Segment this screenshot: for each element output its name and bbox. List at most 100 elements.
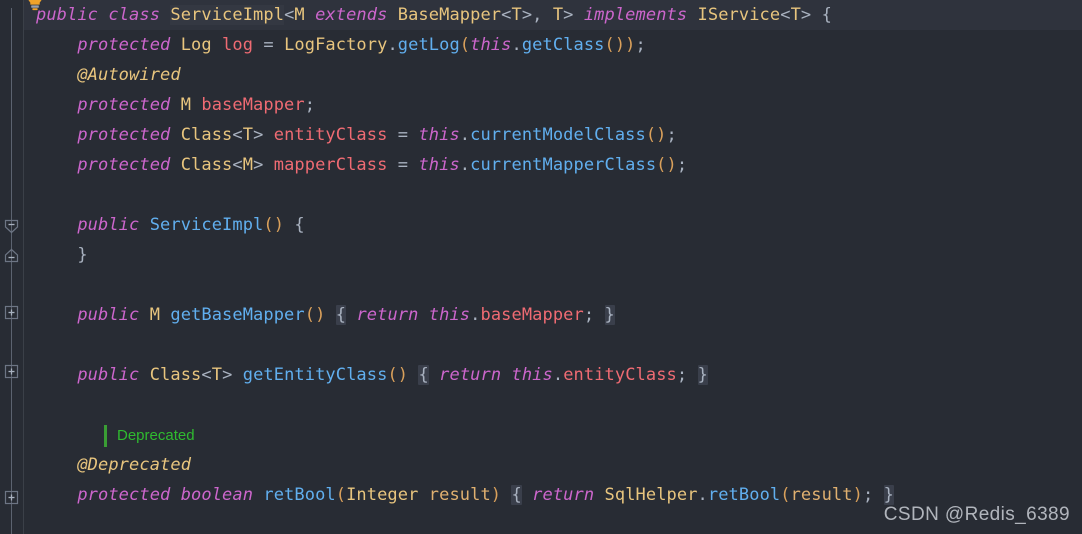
code-line[interactable]: @Autowired: [24, 60, 1082, 90]
token-punctuation: ;: [635, 35, 646, 55]
token-field: mapperClass: [273, 155, 388, 175]
token-keyword: this: [418, 125, 460, 145]
token-parenthesis: ): [490, 485, 502, 505]
token-brace-highlighted: }: [604, 305, 615, 325]
token-parenthesis: ()): [604, 35, 636, 55]
fold-region-start-icon[interactable]: [4, 219, 19, 234]
code-line[interactable]: protected M baseMapper;: [24, 90, 1082, 120]
token-field: entityClass: [273, 125, 388, 145]
token-method: getBaseMapper: [170, 305, 305, 325]
token-keyword: boolean: [180, 485, 264, 505]
token-keyword: implements: [583, 5, 698, 25]
fold-region-end-icon[interactable]: [4, 248, 19, 263]
token-type: Integer: [346, 485, 429, 505]
token-punctuation: <: [232, 155, 243, 175]
token-method: getEntityClass: [242, 365, 388, 385]
inlay-hint-row[interactable]: Deprecated: [24, 420, 1082, 450]
token-method: getLog: [397, 35, 460, 55]
editor-gutter: [0, 0, 24, 534]
token-keyword: this: [511, 365, 553, 385]
token-brace: }: [77, 245, 88, 265]
token-annotation: @Deprecated: [77, 455, 192, 475]
token-brace-highlighted: }: [697, 365, 708, 385]
code-content[interactable]: public class ServiceImpl<M extends BaseM…: [24, 0, 1082, 534]
token-punctuation: <: [284, 5, 295, 25]
token-parameter: result: [790, 485, 853, 505]
code-line[interactable]: public Class<T> getEntityClass() { retur…: [24, 360, 1082, 390]
token-parenthesis: (: [459, 35, 471, 55]
token-punctuation: <: [201, 365, 212, 385]
token-type-parameter: M: [242, 155, 254, 175]
token-parenthesis: (): [304, 305, 326, 325]
token-type: Class: [180, 125, 233, 145]
token-parenthesis: (: [335, 485, 347, 505]
token-parenthesis: (): [263, 215, 285, 235]
token-parameter: result: [428, 485, 491, 505]
token-punctuation: .: [387, 35, 398, 55]
code-line-blank[interactable]: [24, 330, 1082, 360]
token-operator: =: [253, 35, 285, 55]
token-method: retBool: [707, 485, 781, 505]
deprecated-inlay-hint[interactable]: Deprecated: [104, 424, 195, 447]
token-type-parameter: T: [242, 125, 254, 145]
code-line[interactable]: protected Class<T> entityClass = this.cu…: [24, 120, 1082, 150]
code-line[interactable]: @Deprecated: [24, 450, 1082, 480]
token-parenthesis: (: [780, 485, 791, 505]
token-parenthesis: (): [387, 365, 409, 385]
code-line-blank[interactable]: [24, 390, 1082, 420]
token-keyword: protected: [77, 155, 181, 175]
token-punctuation: <: [501, 5, 512, 25]
token-type-parameter: M: [180, 95, 202, 115]
fold-collapsed-icon[interactable]: [4, 490, 19, 505]
token-class-name-highlighted: ServiceImpl: [170, 5, 285, 25]
token-brace-highlighted: {: [335, 305, 347, 325]
token-keyword: protected: [77, 485, 181, 505]
fold-collapsed-icon[interactable]: [4, 305, 19, 320]
lightbulb-intention-icon[interactable]: [26, 0, 44, 11]
token-brace-highlighted: }: [883, 485, 894, 505]
fold-region-rail: [11, 8, 12, 534]
token-type: Class: [180, 155, 233, 175]
code-editor-window: public class ServiceImpl<M extends BaseM…: [0, 0, 1082, 534]
token-keyword: extends: [315, 5, 398, 25]
token-punctuation: ;: [862, 485, 884, 505]
token-constructor: ServiceImpl: [149, 215, 264, 235]
token-keyword: this: [428, 305, 471, 325]
token-type: IService: [697, 5, 781, 25]
token-type: LogFactory: [284, 35, 388, 55]
token-punctuation: >: [253, 155, 274, 175]
token-brace: {: [821, 5, 832, 25]
token-type-parameter: T: [790, 5, 801, 25]
token-punctuation: .: [459, 125, 471, 145]
token-type: BaseMapper: [397, 5, 502, 25]
code-line[interactable]: }: [24, 240, 1082, 270]
token-method: currentModelClass: [470, 125, 646, 145]
token-punctuation: >: [253, 125, 274, 145]
token-punctuation: >: [222, 365, 243, 385]
token-punctuation: .: [697, 485, 708, 505]
token-brace-highlighted: {: [418, 365, 429, 385]
token-type: Log: [180, 35, 223, 55]
token-punctuation: <: [780, 5, 791, 25]
code-line[interactable]: protected Class<M> mapperClass = this.cu…: [24, 150, 1082, 180]
token-brace: {: [294, 215, 305, 235]
code-line[interactable]: public M getBaseMapper() { return this.b…: [24, 300, 1082, 330]
token-type: Class: [149, 365, 202, 385]
code-line[interactable]: protected Log log = LogFactory.getLog(th…: [24, 30, 1082, 60]
token-punctuation: .: [470, 305, 481, 325]
token-keyword: public: [77, 305, 150, 325]
token-punctuation: ;: [583, 305, 605, 325]
code-line-blank[interactable]: [24, 180, 1082, 210]
code-line[interactable]: public ServiceImpl() {: [24, 210, 1082, 240]
code-line-blank[interactable]: [24, 270, 1082, 300]
fold-collapsed-icon[interactable]: [4, 364, 19, 379]
token-punctuation: .: [552, 365, 564, 385]
token-punctuation: >: [563, 5, 584, 25]
token-method: retBool: [263, 485, 336, 505]
code-line[interactable]: public class ServiceImpl<M extends BaseM…: [24, 0, 1082, 30]
